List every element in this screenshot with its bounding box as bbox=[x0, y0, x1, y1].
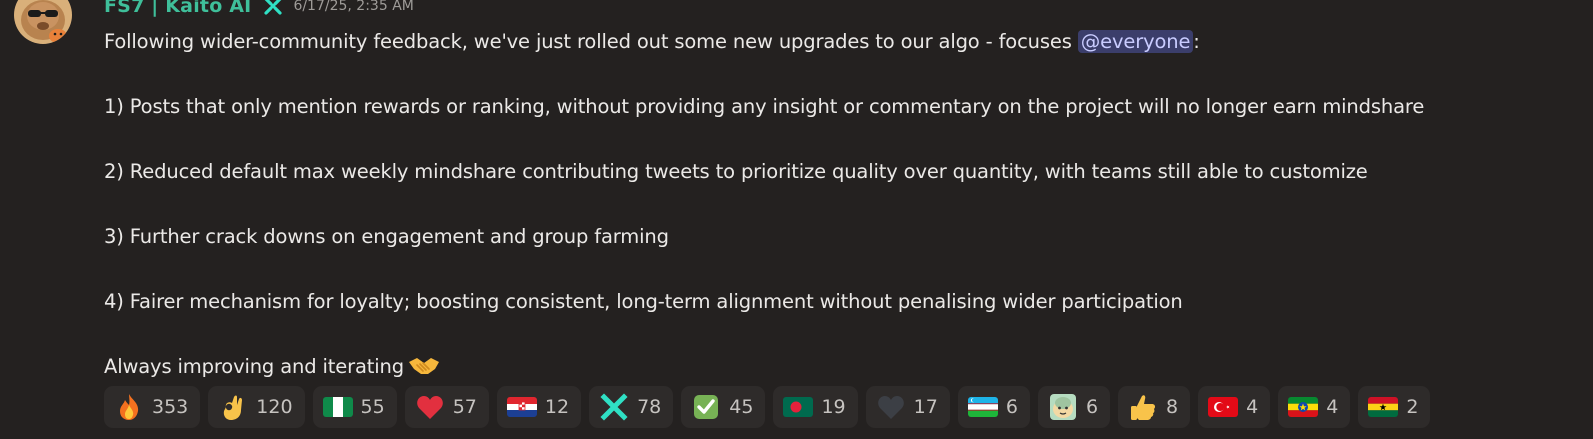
reaction-ok-hand[interactable]: 120 bbox=[208, 386, 305, 428]
reaction-count: 17 bbox=[913, 396, 938, 418]
flag-turkey-icon bbox=[1208, 393, 1239, 421]
reaction-bar: 353 120 55 57 12 78 45 19 17 6 6 8 4 4 2 bbox=[104, 386, 1431, 428]
red-heart-icon bbox=[415, 393, 445, 421]
reaction-flag-turkey[interactable]: 4 bbox=[1198, 386, 1271, 428]
point-2: 2) Reduced default max weekly mindshare … bbox=[104, 160, 1368, 183]
flag-ghana-icon bbox=[1368, 393, 1399, 421]
reaction-count: 2 bbox=[1406, 396, 1419, 418]
reaction-custom-cat[interactable]: 6 bbox=[1037, 386, 1111, 428]
black-heart-icon bbox=[876, 393, 906, 421]
point-4: 4) Fairer mechanism for loyalty; boostin… bbox=[104, 290, 1183, 313]
point-1: 1) Posts that only mention rewards or ra… bbox=[104, 95, 1425, 118]
reaction-kaito-x[interactable]: 78 bbox=[589, 386, 674, 428]
reaction-flag-nigeria[interactable]: 55 bbox=[312, 386, 397, 428]
flag-uzbekistan-icon bbox=[967, 393, 998, 421]
closing-line: Always improving and iterating bbox=[104, 351, 1574, 384]
fire-icon bbox=[114, 393, 144, 421]
check-mark-icon bbox=[691, 393, 721, 421]
reaction-red-heart[interactable]: 57 bbox=[404, 386, 489, 428]
intro-text: Following wider-community feedback, we'v… bbox=[104, 30, 1078, 53]
reaction-count: 4 bbox=[1246, 396, 1259, 418]
reaction-black-heart[interactable]: 17 bbox=[865, 386, 950, 428]
reaction-thumbs-up[interactable]: 8 bbox=[1118, 386, 1191, 428]
flag-bangladesh-icon bbox=[783, 393, 814, 421]
reaction-flag-ethiopia[interactable]: 4 bbox=[1278, 386, 1351, 428]
reaction-count: 55 bbox=[360, 396, 385, 418]
reaction-count: 6 bbox=[1005, 396, 1018, 418]
reaction-fire[interactable]: 353 bbox=[104, 386, 201, 428]
reaction-flag-bangladesh[interactable]: 19 bbox=[773, 386, 858, 428]
message-header: FS7 | Kaito AI 6/17/25, 2:35 AM bbox=[104, 0, 414, 18]
reaction-flag-uzbekistan[interactable]: 6 bbox=[957, 386, 1030, 428]
handshake-icon bbox=[408, 354, 440, 387]
chat-message: FS7 | Kaito AI 6/17/25, 2:35 AM Followin… bbox=[0, 0, 1593, 439]
reaction-count: 45 bbox=[729, 396, 754, 418]
reaction-count: 57 bbox=[452, 396, 477, 418]
reaction-count: 120 bbox=[256, 396, 293, 418]
kaito-x-icon[interactable] bbox=[263, 0, 283, 16]
author-name[interactable]: FS7 | Kaito AI bbox=[104, 0, 251, 17]
message-timestamp[interactable]: 6/17/25, 2:35 AM bbox=[293, 0, 413, 14]
reaction-flag-croatia[interactable]: 12 bbox=[496, 386, 582, 428]
kaito-x-icon bbox=[599, 393, 629, 421]
message-intro: Following wider-community feedback, we'v… bbox=[104, 26, 1574, 59]
reaction-count: 12 bbox=[544, 396, 570, 418]
flag-ethiopia-icon bbox=[1288, 393, 1319, 421]
reaction-check-mark[interactable]: 45 bbox=[681, 386, 766, 428]
custom-cat-icon bbox=[1048, 393, 1078, 421]
ok-hand-icon bbox=[218, 393, 248, 421]
reaction-count: 6 bbox=[1085, 396, 1099, 418]
closing-text: Always improving and iterating bbox=[104, 355, 404, 378]
reaction-flag-ghana[interactable]: 2 bbox=[1358, 386, 1431, 428]
reaction-count: 353 bbox=[152, 396, 189, 418]
message-body: Following wider-community feedback, we'v… bbox=[104, 26, 1574, 384]
reaction-count: 8 bbox=[1166, 396, 1179, 418]
flag-nigeria-icon bbox=[322, 393, 353, 421]
intro-colon: : bbox=[1193, 30, 1200, 53]
flag-croatia-icon bbox=[506, 393, 537, 421]
user-avatar[interactable] bbox=[14, 0, 72, 44]
reaction-count: 4 bbox=[1326, 396, 1339, 418]
reaction-count: 78 bbox=[637, 396, 662, 418]
thumbs-up-icon bbox=[1128, 393, 1158, 421]
everyone-mention[interactable]: @everyone bbox=[1077, 30, 1194, 53]
reaction-count: 19 bbox=[821, 396, 846, 418]
point-3: 3) Further crack downs on engagement and… bbox=[104, 225, 669, 248]
